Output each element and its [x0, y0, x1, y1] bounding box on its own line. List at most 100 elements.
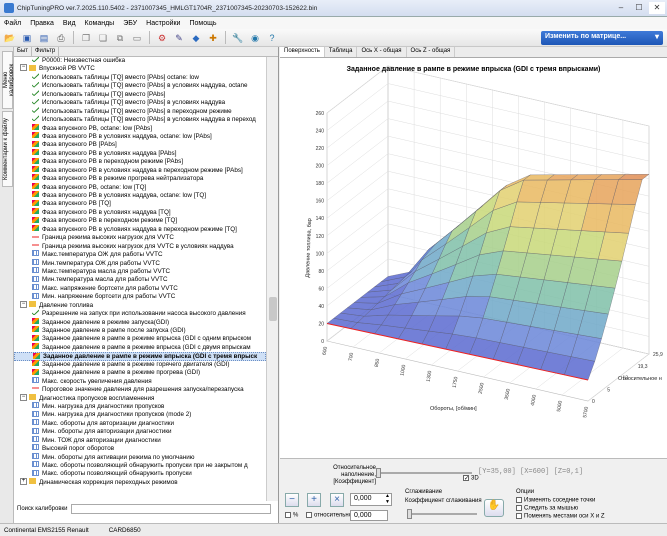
- option-follow-mouse[interactable]: Следить за мышью: [516, 505, 578, 512]
- smooth-apply-button[interactable]: ✋: [484, 499, 504, 517]
- tree-item[interactable]: Фаза впускного РВ в условиях наддува [PA…: [14, 149, 266, 158]
- tree-item[interactable]: Граница режима высоких нагрузок для VVTC: [14, 233, 266, 242]
- menu-file[interactable]: Файл: [4, 20, 21, 27]
- globe-icon[interactable]: ◉: [248, 31, 262, 45]
- tree-item[interactable]: Мин. ТОЖ для авторизации диагностики: [14, 436, 266, 445]
- open-folder-icon[interactable]: 📂: [3, 31, 17, 45]
- tree-item[interactable]: Заданное давление в рампе в режиме прогр…: [14, 368, 266, 377]
- relative-check[interactable]: относительно: [306, 512, 352, 519]
- tab-file-comments[interactable]: Комментарии к файлу: [2, 111, 13, 187]
- checkbox-3d[interactable]: [463, 475, 469, 481]
- tree-item[interactable]: Заданное давление в режиме запуска(GDI): [14, 317, 266, 327]
- tree-item[interactable]: P0000: Неизвестная ошибка: [14, 57, 266, 65]
- tree-item[interactable]: Разрешение на запуск при использовании н…: [14, 309, 266, 318]
- percent-check[interactable]: %: [285, 512, 298, 519]
- paste-icon[interactable]: ❏: [96, 31, 110, 45]
- tree-item[interactable]: Заданное давление в рампе в режиме горяч…: [14, 360, 266, 369]
- tree-item[interactable]: Мин. напряжение бортсети для работы VVTC: [14, 292, 266, 301]
- minimize-button[interactable]: –: [613, 2, 629, 14]
- diamond-icon[interactable]: ◆: [189, 31, 203, 45]
- calibration-search-input[interactable]: [70, 503, 271, 514]
- tree-item[interactable]: Макс. обороты позволяющий обнаружить про…: [14, 469, 266, 478]
- compare-icon[interactable]: ⧉: [113, 31, 127, 45]
- tree-item[interactable]: Использовать таблицы [TQ] вместо [PAbs]: [14, 90, 266, 99]
- tree-item[interactable]: Использовать таблицы [TQ] вместо [PAbs] …: [14, 106, 266, 116]
- checkbox-percent[interactable]: [285, 512, 291, 518]
- tree-item[interactable]: Макс. напряжение бортсети для работы VVT…: [14, 284, 266, 293]
- checkbox-follow-mouse[interactable]: [516, 505, 522, 511]
- tree-item[interactable]: Высокий порог оборотов: [14, 444, 266, 453]
- menu-ecu[interactable]: ЭБУ: [123, 20, 137, 27]
- tree-item[interactable]: Мин.температура ОЖ для работы VVTC: [14, 258, 266, 268]
- save-as-icon[interactable]: ▤: [37, 31, 51, 45]
- tab-axis-z[interactable]: Ось Z - общая: [407, 47, 456, 57]
- tree-item[interactable]: Фаза впускного РВ в условиях наддува в п…: [14, 225, 266, 234]
- maximize-button[interactable]: ☐: [631, 2, 647, 14]
- tools-icon[interactable]: ✎: [172, 31, 186, 45]
- spin-icon[interactable]: ▲ ▼: [385, 493, 390, 505]
- tree-item[interactable]: Фаза впускного РВ в условиях наддува в п…: [14, 166, 266, 175]
- tree-item[interactable]: − Впускной РВ VVTC: [14, 64, 266, 73]
- tree-item[interactable]: Заданное давление в рампе в режиме впрыс…: [14, 334, 266, 343]
- smoothing-knob[interactable]: [407, 509, 412, 519]
- close-button[interactable]: ✕: [649, 2, 665, 14]
- tree-item[interactable]: Мин. нагрузка для диагностики пропусков: [14, 402, 266, 411]
- surface-chart-svg[interactable]: 0 20 40 60 80 100 120 140 160 180 200 220 240 260 600 7…: [280, 58, 667, 458]
- tree-item[interactable]: Фаза впускного РВ, octane: low [PAbs]: [14, 123, 266, 133]
- option-neighbors[interactable]: Изменять соседние точки: [516, 497, 595, 504]
- decrease-button[interactable]: −: [285, 493, 299, 507]
- tree-item[interactable]: Макс. скорость увеличения давления: [14, 376, 266, 386]
- print-icon[interactable]: ⎙: [54, 31, 68, 45]
- scrollbar-thumb[interactable]: [269, 297, 277, 321]
- tree-item[interactable]: Использовать таблицы [TQ] вместо [PAbs] …: [14, 98, 266, 107]
- check-3d[interactable]: 3D: [463, 475, 479, 482]
- tree-item[interactable]: Заданное давление в рампе в режиме впрыс…: [14, 343, 266, 352]
- tab-axis-x[interactable]: Ось X - общая: [357, 47, 407, 57]
- tree-item[interactable]: Фаза впускного РВ в условиях наддува, oc…: [14, 191, 266, 200]
- document-icon[interactable]: ▭: [130, 31, 144, 45]
- save-icon[interactable]: ▣: [20, 31, 34, 45]
- checkbox-neighbors[interactable]: [516, 497, 522, 503]
- menu-settings[interactable]: Настройки: [146, 20, 180, 27]
- tree-item[interactable]: Заданное давление в рампе после запуска …: [14, 326, 266, 335]
- option-swap-axes[interactable]: Поменять местами оси X и Z: [516, 513, 605, 520]
- surface-chart[interactable]: Заданное давление в рампе в режиме впрыс…: [280, 58, 667, 458]
- tree-item[interactable]: Фаза впускного РВ [TQ]: [14, 199, 266, 208]
- menu-help[interactable]: Помощь: [189, 20, 216, 27]
- tree-item[interactable]: Граница режима высоких нагрузок для VVTC…: [14, 241, 266, 251]
- expand-toggle-icon[interactable]: +: [20, 477, 27, 485]
- tree-item[interactable]: Фаза впускного РВ [PAbs]: [14, 140, 266, 149]
- tree-item[interactable]: Использовать таблицы [TQ] вместо [PAbs] …: [14, 81, 266, 90]
- value2-input[interactable]: 0,000: [350, 510, 388, 521]
- menu-edit[interactable]: Правка: [30, 20, 54, 27]
- expand-toggle-icon[interactable]: −: [20, 393, 27, 401]
- tree-item[interactable]: + Динамическая коррекция переходных режим…: [14, 477, 266, 487]
- header-filter[interactable]: Фильтр: [32, 47, 60, 56]
- tab-table[interactable]: Таблица: [325, 47, 358, 57]
- header-col1[interactable]: Быт: [14, 47, 32, 56]
- checkbox-relative[interactable]: [306, 512, 312, 518]
- rel-fill-slider[interactable]: [376, 468, 472, 478]
- puzzle-icon[interactable]: ✚: [206, 31, 220, 45]
- help-icon[interactable]: ?: [265, 31, 279, 45]
- slider-knob[interactable]: [376, 468, 381, 478]
- checkbox-swap-axes[interactable]: [516, 513, 522, 519]
- expand-toggle-icon[interactable]: −: [20, 300, 27, 308]
- tree-scrollbar[interactable]: [266, 57, 278, 501]
- tree-item[interactable]: Фаза впускного РВ в условиях наддува, oc…: [14, 132, 266, 141]
- tab-calibrations-menu[interactable]: Меню калибровок: [2, 51, 15, 109]
- tree-item[interactable]: Фаза впускного РВ в переходном режиме [P…: [14, 157, 266, 166]
- value-input[interactable]: 0,000 ▲ ▼: [350, 493, 392, 506]
- tab-surface[interactable]: Поверхность: [280, 47, 325, 57]
- tree-item[interactable]: Фаза впускного РВ, octane: low [TQ]: [14, 182, 266, 192]
- tree-item[interactable]: Макс.температура ОЖ для работы VVTC: [14, 250, 266, 259]
- wrench-icon[interactable]: 🔧: [231, 31, 245, 45]
- menu-commands[interactable]: Команды: [85, 20, 115, 27]
- tree-item[interactable]: − Диагностика пропусков воспламенения: [14, 393, 266, 403]
- tree-item[interactable]: Мин. обороты для активации режима по умо…: [14, 452, 266, 462]
- multiply-button[interactable]: ×: [330, 493, 344, 507]
- menu-view[interactable]: Вид: [63, 20, 76, 27]
- tree-item[interactable]: Заданное давление в рампе в режиме впрыс…: [14, 352, 266, 361]
- tree-item[interactable]: Мин. нагрузка для диагностики пропусков …: [14, 410, 266, 419]
- copy-icon[interactable]: ❐: [79, 31, 93, 45]
